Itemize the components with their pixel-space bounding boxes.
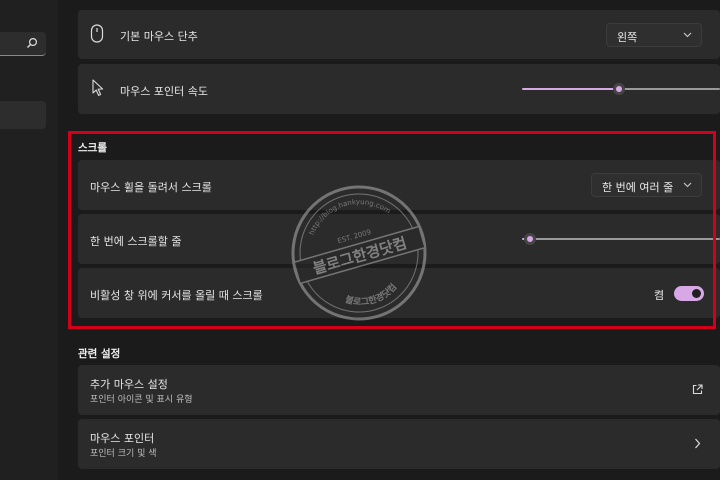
related-item-mouse-pointer[interactable]: 마우스 포인터 포인터 크기 및 색 xyxy=(78,419,720,469)
slider-track xyxy=(530,238,720,240)
inactive-scroll-card: 비활성 창 위에 커서를 올릴 때 스크롤 켬 xyxy=(78,268,720,318)
main-content: 기본 마우스 단추 왼쪽 마우스 포인터 속도 스크롤 마우스 휠을 돌려서 스… xyxy=(58,0,720,480)
primary-button-dropdown[interactable]: 왼쪽 xyxy=(606,23,702,47)
slider-thumb[interactable] xyxy=(524,233,536,245)
inactive-scroll-label: 비활성 창 위에 커서를 올릴 때 스크롤 xyxy=(90,289,263,302)
related-item-mouse-settings[interactable]: 추가 마우스 설정 포인터 아이콘 및 표시 유형 xyxy=(78,365,720,415)
related-item-subtitle: 포인터 크기 및 색 xyxy=(90,449,157,459)
primary-button-label: 기본 마우스 단추 xyxy=(120,30,198,43)
cursor-arrow-icon xyxy=(92,79,104,96)
lines-per-scroll-label: 한 번에 스크롤할 줄 xyxy=(90,235,182,248)
slider-thumb[interactable] xyxy=(613,83,625,95)
primary-button-card: 기본 마우스 단추 왼쪽 xyxy=(78,10,720,59)
wheel-scroll-card: 마우스 휠을 돌려서 스크롤 한 번에 여러 줄 xyxy=(78,160,720,210)
wheel-scroll-dropdown[interactable]: 한 번에 여러 줄 xyxy=(591,173,702,197)
primary-button-value: 왼쪽 xyxy=(617,31,638,44)
toggle-knob xyxy=(692,289,701,298)
toggle-state-label: 켬 xyxy=(654,289,665,302)
slider-fill xyxy=(522,88,619,90)
lines-per-scroll-card: 한 번에 스크롤할 줄 xyxy=(78,214,720,264)
search-icon xyxy=(27,37,38,48)
sidebar-item-selected[interactable] xyxy=(0,101,46,129)
wheel-scroll-label: 마우스 휠을 돌려서 스크롤 xyxy=(90,181,212,194)
pointer-speed-card: 마우스 포인터 속도 xyxy=(78,64,720,114)
pointer-speed-label: 마우스 포인터 속도 xyxy=(120,85,208,98)
pointer-speed-slider[interactable] xyxy=(522,81,720,97)
chevron-down-icon xyxy=(683,32,692,38)
related-section-title: 관련 설정 xyxy=(78,348,121,360)
external-link-icon xyxy=(692,384,703,395)
slider-track xyxy=(619,88,720,90)
mouse-icon xyxy=(90,24,104,43)
related-item-subtitle: 포인터 아이콘 및 표시 유형 xyxy=(90,395,193,405)
wheel-scroll-value: 한 번에 여러 줄 xyxy=(602,181,674,194)
inactive-scroll-toggle[interactable] xyxy=(674,286,704,301)
scroll-section-title: 스크롤 xyxy=(78,142,107,154)
search-box[interactable] xyxy=(0,32,46,56)
related-item-title: 마우스 포인터 xyxy=(90,432,155,445)
lines-per-scroll-slider[interactable] xyxy=(522,231,720,247)
chevron-right-icon xyxy=(695,438,701,449)
related-item-title: 추가 마우스 설정 xyxy=(90,378,168,391)
chevron-down-icon xyxy=(683,182,692,188)
sidebar xyxy=(0,0,58,480)
